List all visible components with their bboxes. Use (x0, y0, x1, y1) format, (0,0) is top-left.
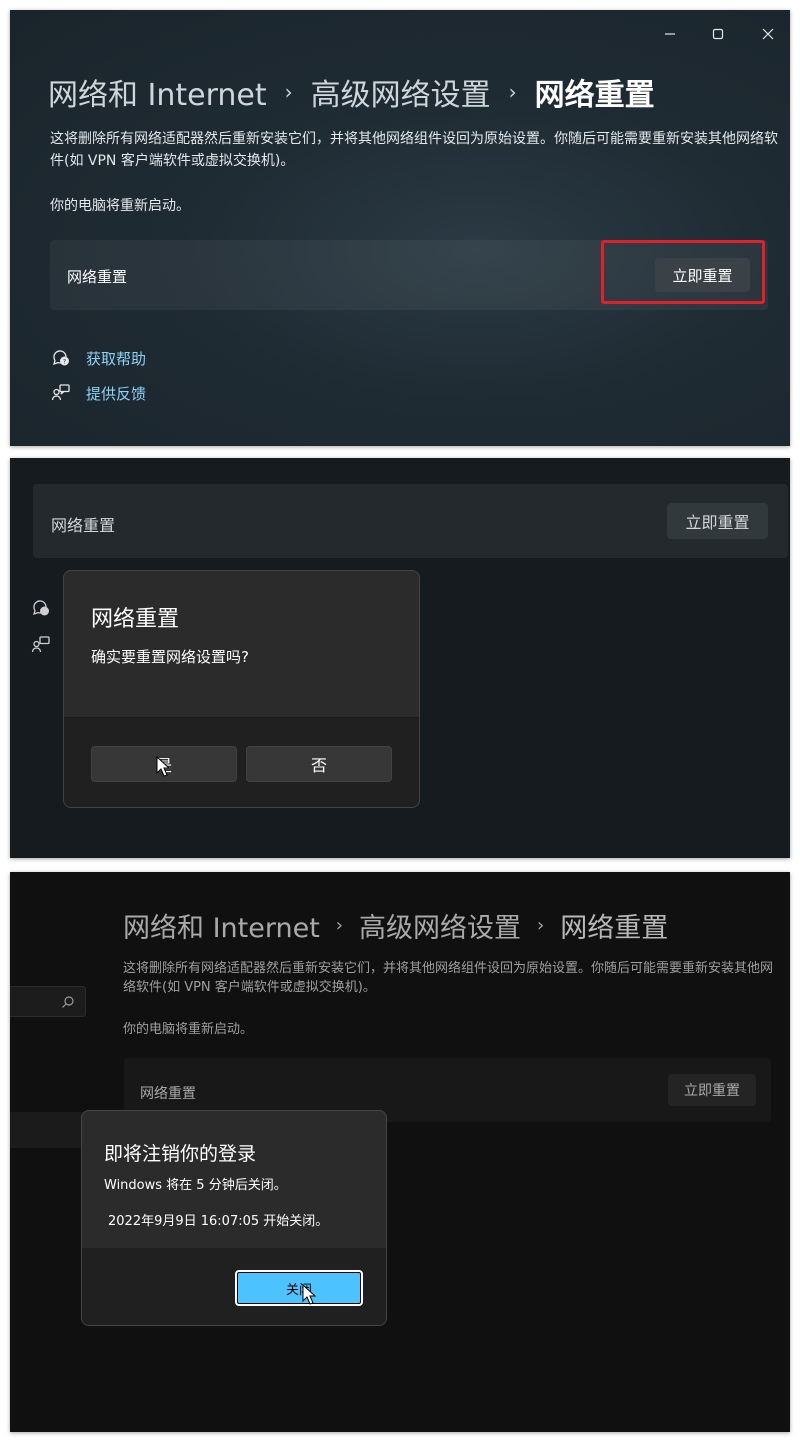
mouse-cursor-icon (156, 756, 171, 777)
breadcrumb-advanced-network[interactable]: 高级网络设置 (311, 70, 491, 114)
dialog-message: 确实要重置网络设置吗? (91, 648, 249, 666)
help-icon[interactable] (30, 597, 52, 619)
give-feedback-link[interactable]: 提供反馈 (50, 382, 146, 404)
network-reset-dialog: 网络重置 确实要重置网络设置吗? 是 否 (63, 570, 420, 808)
feedback-icon[interactable] (30, 634, 52, 656)
breadcrumb-network-internet[interactable]: 网络和 Internet (48, 70, 267, 114)
help-icon: ? (50, 347, 72, 369)
highlight-box (601, 240, 765, 304)
restart-note: 你的电脑将重新启动。 (50, 198, 190, 214)
breadcrumb: 网络和 Internet › 高级网络设置 › 网络重置 (123, 906, 668, 945)
breadcrumb-separator: › (284, 80, 293, 104)
top-bar (10, 458, 790, 484)
no-button[interactable]: 否 (246, 746, 392, 782)
search-icon (61, 994, 75, 1013)
feedback-icon (50, 382, 72, 404)
breadcrumb-advanced-network[interactable]: 高级网络设置 (359, 906, 521, 945)
breadcrumb-separator: › (335, 915, 343, 936)
breadcrumb-separator: › (508, 80, 517, 104)
get-help-label: 获取帮助 (86, 349, 147, 368)
close-icon[interactable] (748, 18, 788, 50)
give-feedback-label: 提供反馈 (86, 384, 147, 403)
sign-out-notice-screen: 网络和 Internet › 高级网络设置 › 网络重置 这将删除所有网络适配器… (10, 872, 790, 1432)
mouse-cursor-icon (302, 1284, 317, 1305)
close-button[interactable]: 关闭 (235, 1270, 363, 1306)
shutdown-time-text: 2022年9月9日 16:07:05 开始关闭。 (108, 1214, 329, 1229)
dialog-title: 网络重置 (91, 607, 180, 632)
minimize-icon[interactable] (650, 18, 690, 50)
breadcrumb-network-internet[interactable]: 网络和 Internet (123, 906, 320, 945)
reset-now-button[interactable]: 立即重置 (668, 1074, 756, 1106)
svg-text:?: ? (63, 357, 66, 365)
network-reset-card: 网络重置 立即重置 (33, 484, 788, 558)
dialog-footer: 关闭 (82, 1248, 386, 1325)
network-reset-label: 网络重置 (51, 516, 116, 535)
dialog-footer: 是 否 (64, 717, 419, 807)
network-reset-label: 网络重置 (67, 268, 128, 286)
get-help-link[interactable]: ? 获取帮助 (50, 347, 146, 369)
confirm-reset-screen: 网络重置 立即重置 网络重置 确实要重置网络设置吗? 是 否 (10, 458, 790, 858)
reset-description: 这将删除所有网络适配器然后重新安装它们，并将其他网络组件设回为原始设置。你随后可… (50, 131, 778, 169)
restart-note: 你的电脑将重新启动。 (123, 1022, 254, 1037)
maximize-icon[interactable] (698, 18, 738, 50)
shutdown-countdown-text: Windows 将在 5 分钟后关闭。 (104, 1178, 287, 1193)
page-title: 网络重置 (534, 78, 655, 113)
reset-description: 这将删除所有网络适配器然后重新安装它们，并将其他网络组件设回为原始设置。你随后可… (123, 961, 774, 995)
reset-now-button[interactable]: 立即重置 (667, 503, 768, 539)
sign-out-dialog: 即将注销你的登录 Windows 将在 5 分钟后关闭。 2022年9月9日 1… (81, 1110, 387, 1326)
search-input[interactable] (10, 986, 86, 1017)
breadcrumb: 网络和 Internet › 高级网络设置 › 网络重置 (48, 70, 655, 114)
settings-window-network-reset: 网络和 Internet › 高级网络设置 › 网络重置 这将删除所有网络适配器… (10, 10, 790, 446)
dialog-title: 即将注销你的登录 (104, 1143, 257, 1165)
breadcrumb-separator: › (537, 915, 545, 936)
network-reset-label: 网络重置 (140, 1086, 196, 1102)
page-title: 网络重置 (560, 913, 669, 944)
